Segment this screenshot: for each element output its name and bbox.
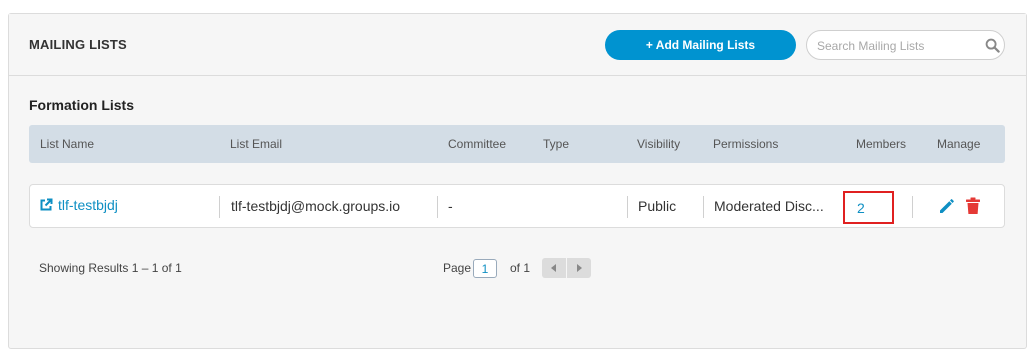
mailing-lists-card: MAILING LISTS + Add Mailing Lists Format… [8,13,1027,349]
card-header: MAILING LISTS + Add Mailing Lists [9,14,1026,76]
pencil-icon[interactable] [938,197,956,215]
external-link-icon [40,198,53,211]
column-header-type: Type [543,137,570,151]
permissions-cell: Moderated Disc... [714,198,824,214]
next-page-button[interactable] [567,258,591,278]
committee-cell: - [448,198,453,214]
caret-right-icon [577,264,582,272]
page-total-label: of 1 [510,261,531,275]
table-row: tlf-testbjdj tlf-testbjdj@mock.groups.io… [29,184,1005,228]
list-email-cell: tlf-testbjdj@mock.groups.io [231,198,401,214]
members-count-link[interactable]: 2 [857,200,865,216]
page-label: Page [443,261,472,275]
page-number-input[interactable] [473,259,497,278]
page-title: MAILING LISTS [29,37,127,52]
members-highlight-box: 2 [843,191,894,224]
column-header-visibility: Visibility [637,137,681,151]
add-mailing-lists-button[interactable]: + Add Mailing Lists [605,30,796,60]
column-header-permissions: Permissions [713,137,779,151]
search-input[interactable] [817,37,977,55]
column-header-list-name: List Name [40,137,95,151]
visibility-cell: Public [638,198,677,214]
previous-page-button[interactable] [542,258,566,278]
column-header-committee: Committee [448,137,507,151]
cell-divider [219,196,220,218]
search-box[interactable] [806,30,1005,60]
list-name-link[interactable]: tlf-testbjdj [39,197,118,213]
cell-divider [437,196,438,218]
section-title: Formation Lists [29,97,135,113]
column-header-list-email: List Email [230,137,283,151]
trash-icon[interactable] [965,197,981,215]
table-header: List Name List Email Committee Type Visi… [29,125,1005,163]
caret-left-icon [551,264,556,272]
results-summary: Showing Results 1 – 1 of 1 [39,261,182,275]
list-name-label: tlf-testbjdj [58,197,118,213]
search-icon[interactable] [985,38,1000,53]
cell-divider [703,196,704,218]
column-header-manage: Manage [937,137,981,151]
pager-nav [542,258,591,278]
column-header-members: Members [856,137,907,151]
cell-divider [627,196,628,218]
cell-divider [912,196,913,218]
